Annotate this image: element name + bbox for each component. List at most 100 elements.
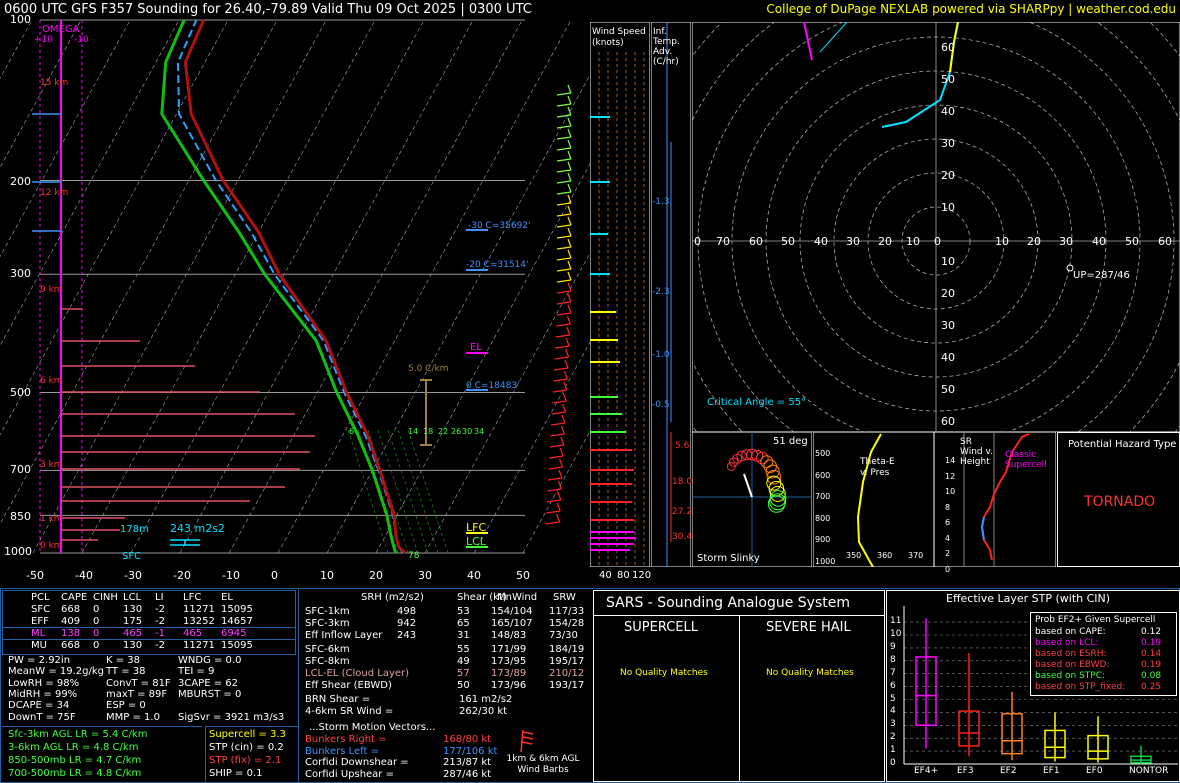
credit-line: College of DuPage NEXLAB powered via SHA…: [766, 2, 1176, 16]
wind-barb-flag: [567, 161, 572, 171]
index-row-cell: PW = 2.92in: [8, 655, 71, 666]
theta-e-p-tick: 700: [815, 492, 831, 501]
sr-wind-h-tick: 0: [945, 564, 951, 574]
annot-m30: -30 C=35692': [468, 221, 531, 231]
stp-y-tick: 3: [890, 719, 896, 730]
index-row-cell: DCAPE = 34: [8, 700, 70, 712]
hodo-y-tick: 20: [941, 169, 955, 182]
parcel-row-cell: 130: [123, 640, 143, 651]
wind-barb: [550, 422, 566, 426]
theta-e-p-tick: 1000: [815, 556, 836, 566]
hodo-y-tick: 30: [941, 137, 955, 150]
temp-tick: 50: [516, 569, 530, 582]
wind-barb: [556, 213, 572, 217]
temp-tick: -30: [124, 569, 142, 582]
kin-row-cell: 53: [457, 606, 470, 617]
wind-barb-flag: [566, 315, 571, 325]
stp-category: EF0: [1086, 766, 1103, 776]
wind-barb-flag: [567, 84, 572, 94]
annot-lapse: 5.0 C/km: [408, 364, 449, 374]
stp-y-tick: 8: [890, 654, 896, 665]
parcel-row-cell: 130: [123, 604, 143, 615]
kin-row: Eff Shear (EBWD) 50 173/96 193/17: [299, 680, 591, 691]
kin-row-cell: 942: [397, 618, 417, 629]
mixing-ratio-label: 6: [349, 427, 355, 436]
index-row: LowRH = 98% ConvT = 81F 3CAPE = 62: [2, 678, 296, 689]
stp-legend-title: Prob EF2+ Given Supercell: [1035, 615, 1156, 625]
parcel-row-cell: EFF: [31, 616, 49, 627]
wind-barb-flag: [567, 106, 572, 116]
kin-row-cell: 73/30: [549, 630, 578, 641]
wind-barb-flag: [567, 271, 572, 281]
adv-value-6: 18.0: [672, 477, 693, 487]
kin-brn: BRN Shear = 161 m2/s2: [299, 694, 591, 705]
wind-barb-flag: [558, 469, 563, 479]
hodo-x-tick: 10: [995, 235, 1009, 248]
sr-wind-h-tick: 14: [945, 456, 956, 465]
height-tick: 1 km: [40, 514, 63, 524]
hodo-y-tick: 60: [941, 41, 955, 54]
wind-barb-flag: [560, 425, 565, 435]
stp-category: EF1: [1043, 766, 1060, 776]
wind-barb-flag: [566, 326, 571, 336]
stp-legend-row-cell: based on CAPE:: [1035, 627, 1106, 637]
height-tick: 9 km: [40, 285, 63, 295]
mixing-ratio-line: [407, 429, 449, 554]
parcel-row: ML 138 0 465 -1 465 6945: [2, 627, 296, 640]
annot-esrh: 243 m2s2: [170, 522, 225, 535]
stp-legend-row-cell: based on LCL:: [1035, 638, 1099, 648]
wind-barb: [549, 444, 564, 448]
stp-legend-row-cell: based on STPC:: [1035, 671, 1106, 681]
stp-y-tick: 11: [890, 616, 902, 627]
stp-legend-row-cell: 0.08: [1141, 671, 1162, 681]
parcel-row-cell: ML: [31, 628, 46, 639]
parcel-row-cell: 0: [93, 640, 100, 651]
temp-tick: 20: [369, 569, 383, 582]
kin-row-cell: Eff Inflow Layer: [305, 630, 383, 641]
kin-srw-cell: 262/30 kt: [459, 706, 508, 717]
theta-e-p-tick: 500: [815, 449, 831, 458]
wind-barb-flag: [567, 139, 572, 149]
storm-motion-row-cell: 168/80 kt: [443, 734, 492, 745]
sr-wind-h-tick: 10: [945, 487, 956, 496]
parcel-row-cell: SFC: [31, 604, 51, 615]
wind-barb-flag: [557, 480, 562, 490]
wind-barb-flag: [567, 238, 572, 248]
theta-e-x-tick: 370: [908, 551, 924, 560]
parcel-row: MU 668 0 130 -2 11271 15095: [3, 640, 295, 651]
index-row-cell: ConvT = 81F: [106, 677, 171, 689]
kin-header: SRH (m2/s2) Shear (kt) MnWind SRW: [299, 592, 591, 603]
parcel-row: EFF 409 0 175 -2 13252 14657: [3, 616, 295, 627]
index-row: PW = 2.92in K = 38 WNDG = 0.0: [2, 655, 296, 666]
stp-y-tick: 10: [890, 629, 902, 639]
barb-caption: 1km & 6km AGL Wind Barbs: [506, 754, 580, 775]
stp-legend-row-cell: 0.12: [1141, 627, 1162, 637]
hodo-y-tick: 50: [941, 73, 955, 86]
page-title: 0600 UTC GFS F357 Sounding for 26.40,-79…: [4, 2, 532, 17]
wind-barb-flag: [561, 414, 566, 424]
stp-legend-row: based on EBWD: 0.19: [1031, 660, 1176, 671]
stp-legend-row-cell: based on STP_fixed:: [1035, 682, 1126, 692]
sr-wind-h-tick: 12: [945, 471, 956, 481]
adv-value-4: -0.5: [652, 400, 670, 410]
hodo-x-tick: 60: [1158, 235, 1172, 248]
adv-value-1: -1.3: [652, 197, 670, 207]
kin-row-cell: 31: [457, 630, 470, 641]
wind-barb: [556, 169, 572, 173]
index-row-cell: MBURST = 0: [178, 688, 242, 700]
sr-wind-h-tick: 6: [945, 518, 951, 527]
adv-value-7: 27.2: [672, 507, 693, 517]
stp-y-tick: 5: [890, 693, 896, 704]
kin-row-cell: 57: [457, 668, 470, 679]
theta-e-p-tick: 900: [815, 535, 831, 544]
parcel-header-cell: LCL: [123, 592, 142, 603]
critical-angle: Critical Angle = 55°: [707, 397, 807, 408]
annot-sfc: SFC: [122, 551, 142, 562]
hodo-x-tick: 0: [934, 235, 941, 248]
stp-category: EF2: [1000, 766, 1017, 776]
temp-tick: 40: [467, 569, 481, 582]
storm-motion-row-cell: 213/87 kt: [443, 757, 492, 768]
parcel-row-cell: 13252: [183, 616, 215, 627]
lapse-rate: Sfc-3km AGL LR = 5.4 C/km: [8, 729, 148, 740]
mixing-ratio-label: 18: [423, 427, 434, 436]
